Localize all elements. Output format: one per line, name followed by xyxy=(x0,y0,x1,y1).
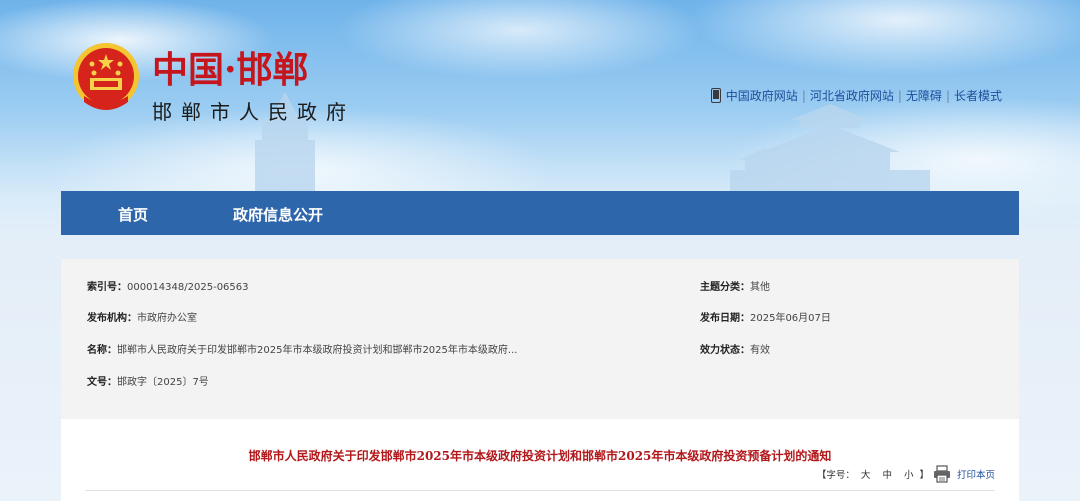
name-value: 邯郸市人民政府关于印发邯郸市2025年市本级政府投资计划和邯郸市2025年市本级… xyxy=(117,345,518,356)
name-field: 名称：邯郸市人民政府关于印发邯郸市2025年市本级政府投资计划和邯郸市2025年… xyxy=(87,341,517,356)
link-separator: | xyxy=(897,88,902,103)
top-links: 中国政府网站 | 河北省政府网站 | 无障碍 | 长者模式 xyxy=(710,87,1002,104)
docno-value: 邯政字〔2025〕7号 xyxy=(117,377,209,388)
document-title: 邯郸市人民政府关于印发邯郸市2025年市本级政府投资计划和邯郸市2025年市本级… xyxy=(248,449,832,463)
phone-icon xyxy=(710,88,721,103)
publisher-label: 发布机构： xyxy=(87,313,137,324)
index-label: 索引号： xyxy=(87,282,127,293)
nav-gov-info[interactable]: 政府信息公开 xyxy=(233,204,323,225)
date-value: 2025年06月07日 xyxy=(750,313,831,324)
divider xyxy=(85,490,995,491)
emblem-icon xyxy=(73,43,139,110)
date-field: 发布日期：2025年06月07日 xyxy=(700,309,831,324)
index-value: 000014348/2025-06563 xyxy=(127,282,249,293)
status-label: 效力状态： xyxy=(700,345,750,356)
font-size-small[interactable]: 小 xyxy=(904,467,914,481)
nav-home[interactable]: 首页 xyxy=(118,204,148,225)
document-info-panel: 索引号：000014348/2025-06563 主题分类：其他 发布机构：市政… xyxy=(61,259,1019,419)
print-page-link[interactable]: 打印本页 xyxy=(957,467,995,481)
name-label: 名称： xyxy=(87,345,117,356)
link-accessibility[interactable]: 无障碍 xyxy=(906,87,942,104)
status-value: 有效 xyxy=(750,345,770,356)
font-size-close: 】 xyxy=(919,470,929,481)
date-label: 发布日期： xyxy=(700,313,750,324)
publisher-field: 发布机构：市政府办公室 xyxy=(87,309,197,324)
link-elder-mode[interactable]: 长者模式 xyxy=(954,87,1002,104)
link-gov-cn[interactable]: 中国政府网站 xyxy=(726,87,798,104)
document-content: 邯郸市人民政府关于印发邯郸市2025年市本级政府投资计划和邯郸市2025年市本级… xyxy=(61,419,1019,501)
publisher-value: 市政府办公室 xyxy=(137,313,197,324)
print-icon[interactable] xyxy=(933,465,951,483)
link-hebei-gov[interactable]: 河北省政府网站 xyxy=(810,87,894,104)
category-field: 主题分类：其他 xyxy=(700,278,770,293)
font-size-medium[interactable]: 中 xyxy=(882,467,892,481)
index-field: 索引号：000014348/2025-06563 xyxy=(87,278,249,293)
link-separator: | xyxy=(801,88,806,103)
link-separator: | xyxy=(945,88,950,103)
category-label: 主题分类： xyxy=(700,282,750,293)
main-nav: 首页 政府信息公开 xyxy=(61,191,1019,235)
docno-label: 文号： xyxy=(87,377,117,388)
document-tools: 【字号： 大 中 小 】 打印本页 xyxy=(817,465,995,483)
status-field: 效力状态：有效 xyxy=(700,341,770,356)
site-name: 邯郸市人民政府 xyxy=(152,100,355,124)
category-value: 其他 xyxy=(750,282,770,293)
font-size-large[interactable]: 大 xyxy=(861,467,871,481)
font-size-label: 【字号： xyxy=(816,470,855,481)
docno-field: 文号：邯政字〔2025〕7号 xyxy=(87,373,209,388)
svg-text:中国·邯郸: 中国·邯郸 xyxy=(152,49,309,91)
logo-title: 中国·邯郸 xyxy=(152,49,309,91)
